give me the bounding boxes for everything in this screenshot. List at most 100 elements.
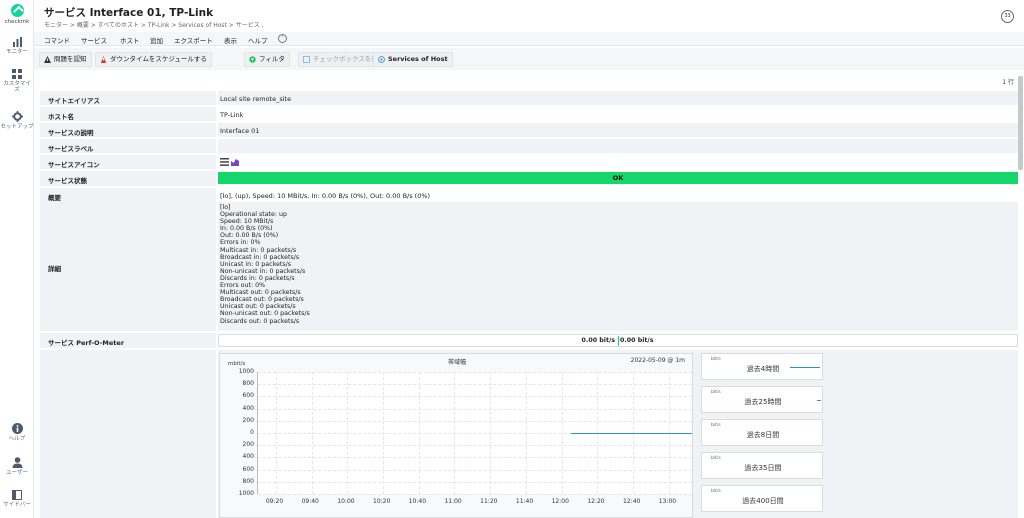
graph-icon[interactable] xyxy=(231,158,239,166)
mini-graph-400d[interactable]: bit/s 過去400日間 xyxy=(701,485,823,512)
mini-graph-label: 過去4時間 xyxy=(746,365,780,373)
table-row: サービス Perf-O-Meter 0.00 bit/s 0.00 bit/s xyxy=(40,333,1018,348)
row-label-service-state: サービス状態 xyxy=(48,177,87,185)
grid-line xyxy=(258,481,692,483)
sidebar-item-label: カスタマイズ xyxy=(3,81,31,93)
sidebar-item-label: セットアップ xyxy=(0,124,34,130)
table-row: サイトエイリアス Local site remote_site xyxy=(40,91,1018,105)
grid-line xyxy=(561,372,563,494)
details-line: Errors in: 0% xyxy=(220,239,261,247)
filter-icon xyxy=(249,56,256,63)
acknowledge-label: 問題を認知 xyxy=(54,55,87,63)
grid-line xyxy=(525,372,527,494)
sidebar-item-monitor[interactable]: モニター xyxy=(0,37,34,55)
grid-line xyxy=(258,408,692,410)
details-line: Discards in: 0 packets/s xyxy=(220,274,295,282)
services-of-host-label: Services of Host xyxy=(388,55,448,63)
details-line: Non-unicast in: 0 packets/s xyxy=(220,267,306,275)
row-value-host-name[interactable]: TP-Link xyxy=(220,111,243,119)
sidebar-item-user[interactable]: ユーザー xyxy=(0,457,34,476)
x-tick-label: 10:40 xyxy=(408,498,427,505)
details-line: Multicast in: 0 packets/s xyxy=(220,246,297,254)
info-icon xyxy=(11,423,23,434)
mini-graph-4h[interactable]: bit/s 過去4時間 xyxy=(701,353,823,380)
table-row: サービスアイコン xyxy=(40,155,1018,169)
details-line: Broadcast in: 0 packets/s xyxy=(220,253,300,261)
row-label-service-icons: サービスアイコン xyxy=(48,161,100,169)
x-tick-label: 11:40 xyxy=(515,498,534,505)
action-toolbar: 問題を認知 ダウンタイムをスケジュールする フィルタ チェックボックスを表示する… xyxy=(34,48,1024,70)
grid-line xyxy=(311,372,313,494)
breadcrumb[interactable]: モニター > 概要 > すべてのホスト > TP-Link > Services… xyxy=(44,20,264,29)
sidebar-item-setup[interactable]: セットアップ xyxy=(0,111,34,130)
page-header: サービス Interface 01, TP-Link モニター > 概要 > す… xyxy=(34,0,1024,32)
mini-graph-unit: bit/s xyxy=(711,357,721,362)
page-title: サービス Interface 01, TP-Link xyxy=(44,7,214,19)
menu-commands[interactable]: コマンド xyxy=(44,35,70,45)
filter-button[interactable]: フィルタ xyxy=(244,52,290,67)
menu-lines-icon[interactable] xyxy=(220,158,229,166)
row-count: 1 行 xyxy=(1002,79,1014,86)
grid-line xyxy=(258,469,692,471)
row-label-service-labels: サービスラベル xyxy=(48,145,94,153)
checkmk-logo-icon xyxy=(10,4,24,17)
grid-line xyxy=(490,372,492,494)
menu-export[interactable]: エクスポート xyxy=(174,35,213,45)
y-tick-label: 400 xyxy=(242,453,254,461)
sidebar-item-sidebar[interactable]: サイドバー xyxy=(0,490,34,508)
graph-date: 2022-05-09 @ 1m xyxy=(630,357,685,364)
x-tick-label: 11:20 xyxy=(480,498,498,505)
x-tick-label: 13:00 xyxy=(658,498,677,505)
grid-line xyxy=(258,420,692,422)
sidebar-item-help[interactable]: ヘルプ xyxy=(0,423,34,442)
services-icon xyxy=(378,56,385,63)
grid-line xyxy=(275,372,277,494)
menu-help[interactable]: ヘルプ xyxy=(248,35,268,45)
table-row: 詳細 [lo] Operational state: up Speed: 10 … xyxy=(40,202,1018,331)
services-of-host-button[interactable]: Services of Host xyxy=(373,52,453,67)
table-row: サービスラベル xyxy=(40,139,1018,153)
x-tick-label: 09:20 xyxy=(265,498,284,505)
mini-graph-8d[interactable]: bit/s 過去8日間 xyxy=(701,419,823,446)
mini-graph-label: 過去25時間 xyxy=(744,398,782,406)
sidebar-item-label: モニター xyxy=(5,49,28,55)
row-value-summary: [lo], (up), Speed: 10 MBit/s, In: 0.00 B… xyxy=(220,192,431,200)
menu-service[interactable]: サービス xyxy=(81,35,107,45)
y-tick-label: 800 xyxy=(242,477,254,485)
table-row: 概要 [lo], (up), Speed: 10 MBit/s, In: 0.0… xyxy=(40,188,1018,202)
row-label-host-name: ホスト名 xyxy=(48,113,74,121)
menu-display[interactable]: 表示 xyxy=(224,35,237,45)
graph-unit: mbit/s xyxy=(228,361,246,367)
schedule-downtime-button[interactable]: ダウンタイムをスケジュールする xyxy=(95,52,212,67)
acknowledge-button[interactable]: 問題を認知 xyxy=(39,52,92,67)
y-tick-label: 0 xyxy=(250,429,254,436)
bandwidth-graph[interactable]: 帯域幅 2022-05-09 @ 1m mbit/s 1000 800 600 400… xyxy=(219,353,693,518)
y-tick-label: 400 xyxy=(242,404,254,412)
user-icon xyxy=(12,457,22,468)
perf-o-meter[interactable]: 0.00 bit/s 0.00 bit/s xyxy=(218,334,1018,347)
scrollbar[interactable] xyxy=(1018,76,1023,170)
sidebar-item-customize[interactable]: カスタマイズ xyxy=(0,69,34,93)
grid-line xyxy=(258,396,692,398)
y-tick-label: 200 xyxy=(242,441,254,449)
menu-host[interactable]: ホスト xyxy=(120,35,140,45)
menu-collapse-icon[interactable]: ⌃ xyxy=(278,34,287,43)
schedule-downtime-label: ダウンタイムをスケジュールする xyxy=(110,55,207,63)
x-tick-label: 10:20 xyxy=(373,498,391,505)
grid-line xyxy=(258,457,692,459)
perf-in-value: 0.00 bit/s xyxy=(581,337,615,344)
row-value-site-alias: Local site remote_site xyxy=(220,95,292,103)
row-label-summary: 概要 xyxy=(48,194,61,202)
x-tick-label: 11:00 xyxy=(444,498,462,505)
menu-add[interactable]: 追加 xyxy=(150,35,163,45)
table-row: サービスの説明 Interface 01 xyxy=(40,123,1018,137)
series-line xyxy=(570,433,692,434)
grid-line xyxy=(418,372,420,494)
mini-graph-35d[interactable]: bit/s 過去35日間 xyxy=(701,452,823,479)
page-reload-timer[interactable]: 33 xyxy=(1001,10,1014,23)
graph-title: 帯域幅 xyxy=(447,359,466,366)
mini-graph-25h[interactable]: bit/s 過去25時間 xyxy=(701,386,823,413)
perf-out-value: 0.00 bit/s xyxy=(620,337,654,344)
x-tick-label: 12:40 xyxy=(623,498,641,505)
checkmk-logo[interactable]: checkmk xyxy=(0,4,34,25)
